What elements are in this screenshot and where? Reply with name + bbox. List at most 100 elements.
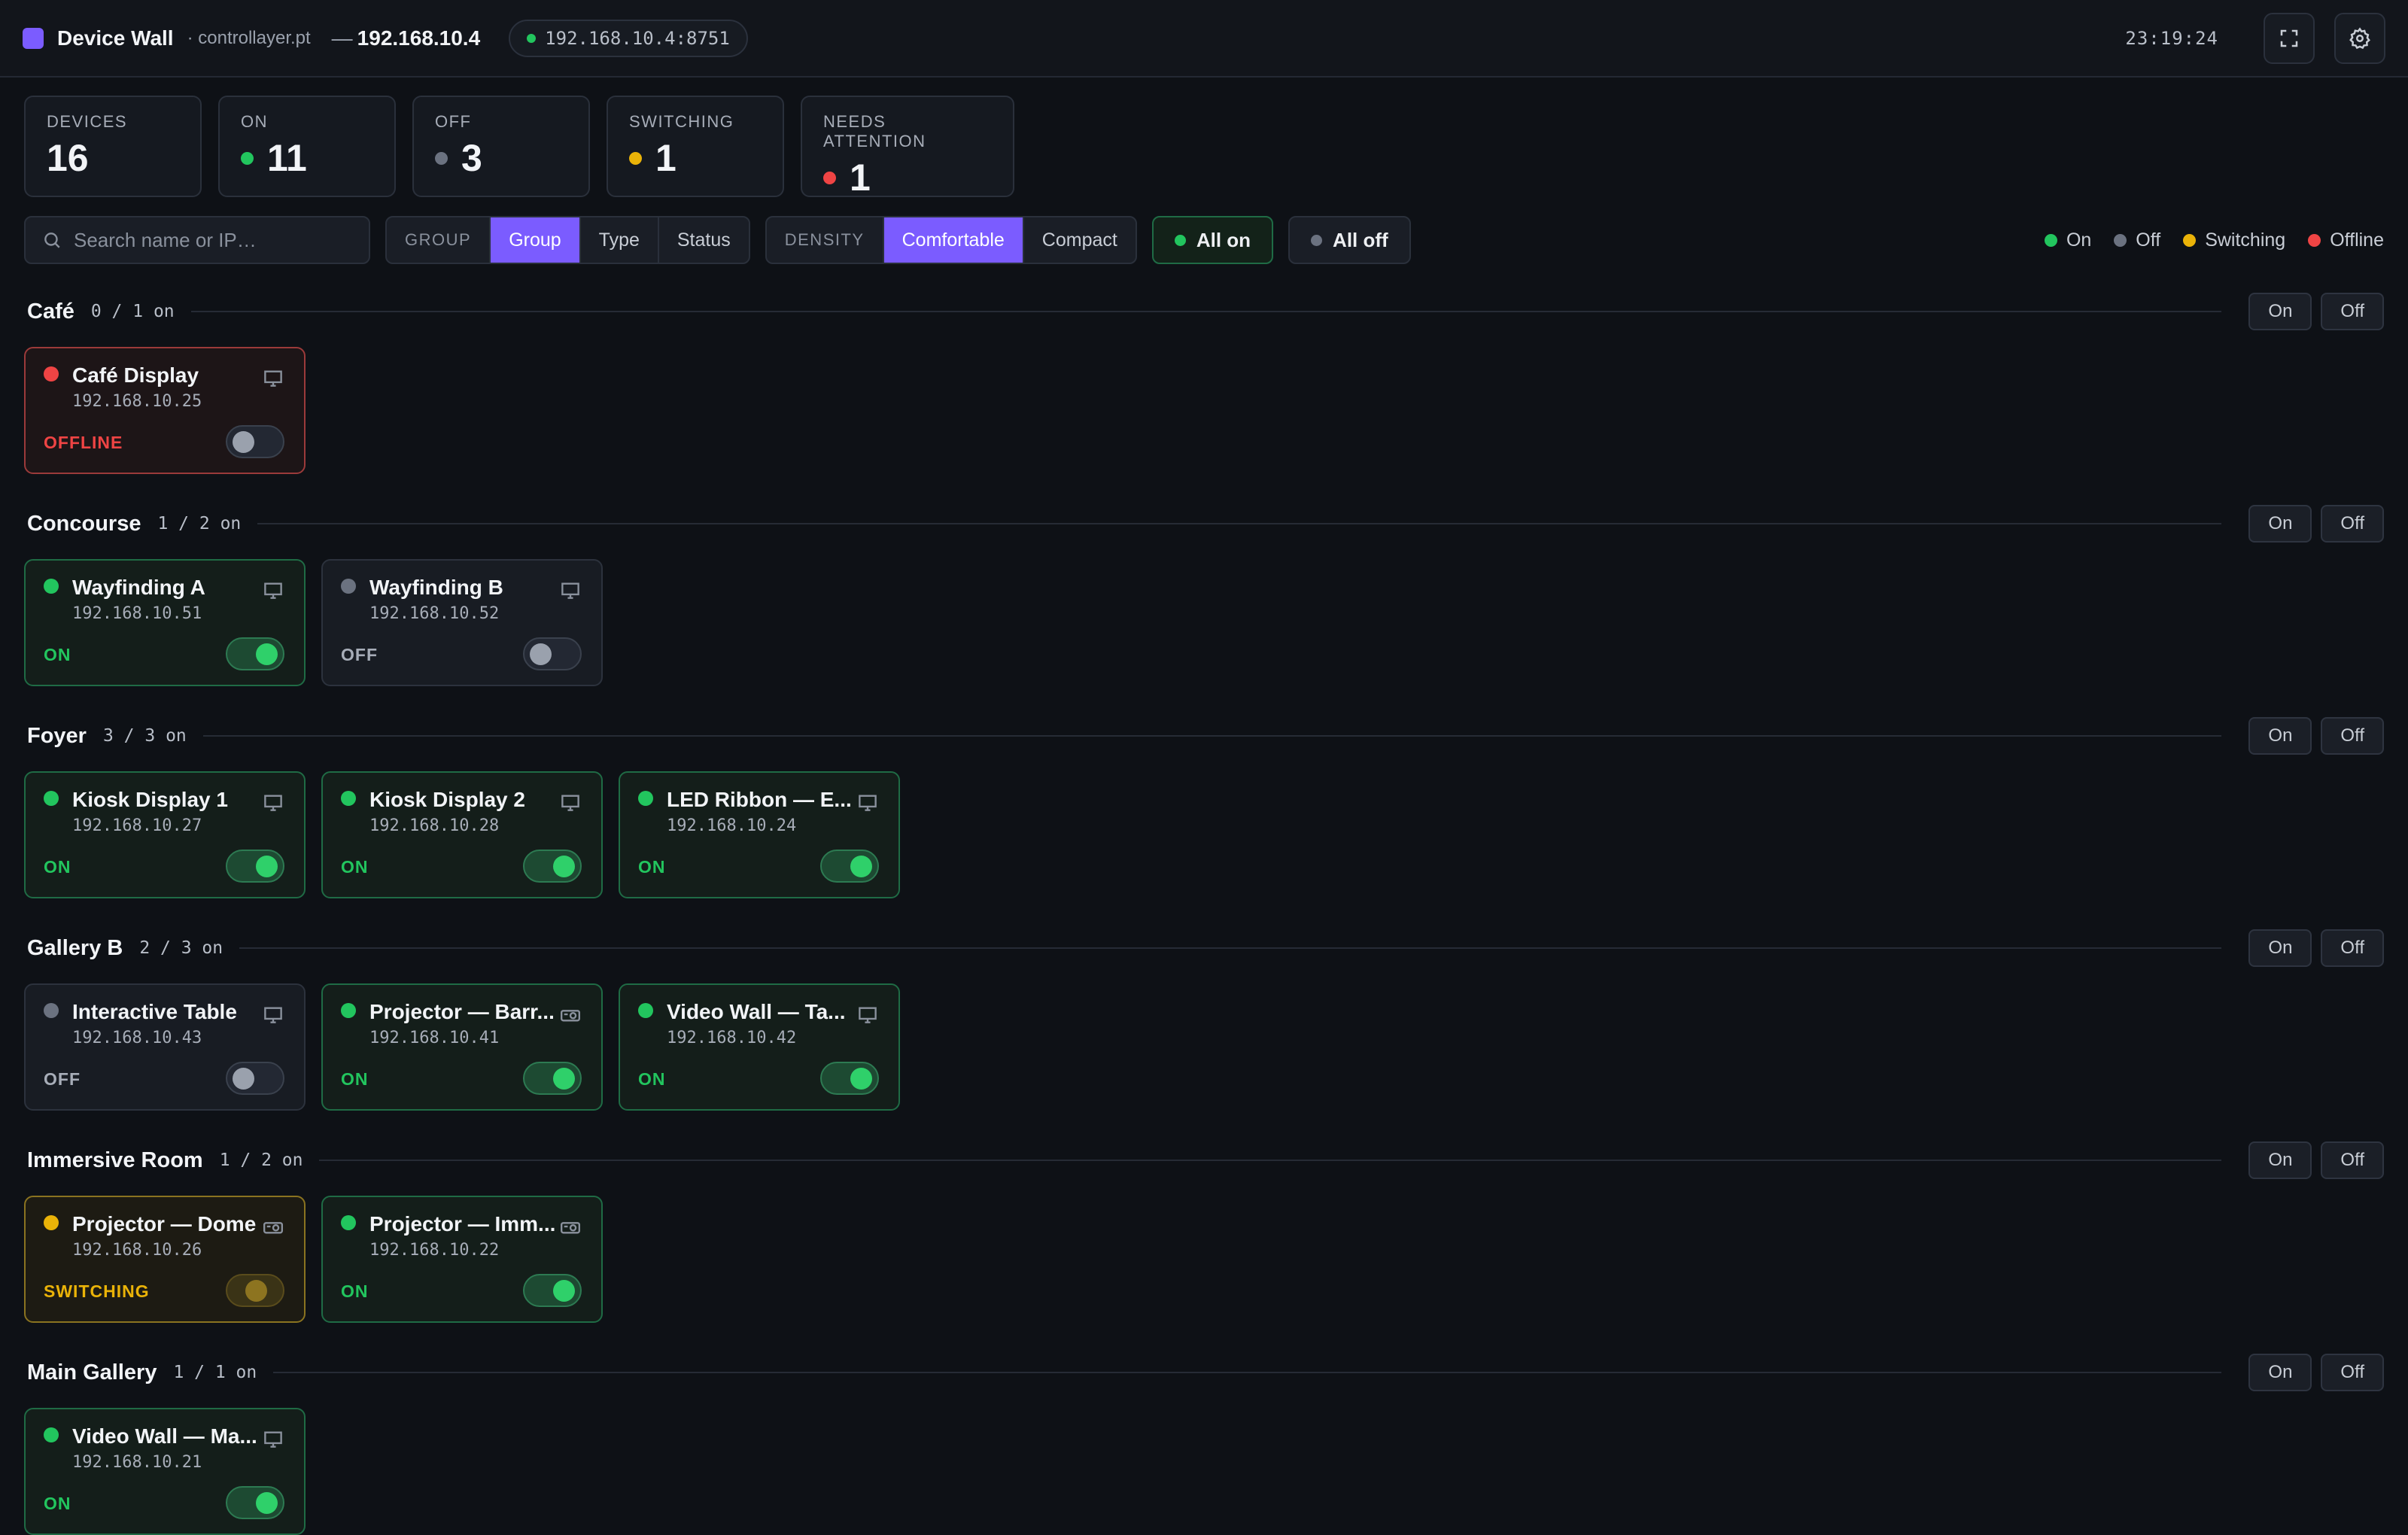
display-icon <box>561 795 579 811</box>
group-off-button[interactable]: Off <box>2321 929 2384 967</box>
toggle-knob <box>553 1280 575 1302</box>
device-card[interactable]: LED Ribbon — E... 192.168.10.24 ON <box>619 771 900 898</box>
group-on-button[interactable]: On <box>2248 717 2312 755</box>
group-option[interactable]: Type <box>581 217 659 263</box>
power-toggle[interactable] <box>523 850 582 883</box>
group-count: 2 / 3 on <box>139 938 223 958</box>
power-toggle[interactable] <box>226 1274 284 1307</box>
group-off-button[interactable]: Off <box>2321 1141 2384 1179</box>
search-input[interactable] <box>74 228 352 252</box>
device-ip: 192.168.10.27 <box>72 816 202 835</box>
device-status-dot <box>638 791 653 806</box>
power-toggle[interactable] <box>226 1486 284 1519</box>
all-off-button[interactable]: All off <box>1288 216 1411 264</box>
device-card[interactable]: Video Wall — Ma... 192.168.10.21 ON <box>24 1408 306 1535</box>
device-type-wrapper <box>262 1429 284 1448</box>
group-option[interactable]: Status <box>659 217 749 263</box>
device-card[interactable]: Kiosk Display 2 192.168.10.28 ON <box>321 771 603 898</box>
device-name: Projector — Dome <box>72 1212 257 1236</box>
device-type-wrapper <box>559 1005 582 1024</box>
group-name: Immersive Room <box>27 1147 203 1172</box>
group-divider <box>319 1160 2222 1161</box>
toggle-knob <box>233 431 254 453</box>
group-divider <box>257 523 2222 524</box>
device-status-label: ON <box>44 1494 71 1513</box>
fullscreen-button[interactable] <box>2264 12 2315 64</box>
legend-dot <box>2114 233 2127 247</box>
device-status-label: ON <box>341 1281 369 1301</box>
power-toggle[interactable] <box>226 850 284 883</box>
group-on-button[interactable]: On <box>2248 929 2312 967</box>
legend-item: Off <box>2114 229 2160 251</box>
device-card[interactable]: Projector — Barr... 192.168.10.41 ON <box>321 983 603 1111</box>
legend-label: Off <box>2136 229 2161 251</box>
device-card[interactable]: Wayfinding A 192.168.10.51 ON <box>24 559 306 686</box>
group-by-control: GROUP Group Type Status <box>385 216 750 264</box>
device-name: Video Wall — Ta... <box>667 1000 846 1023</box>
search-box[interactable] <box>24 216 370 264</box>
group-off-button[interactable]: Off <box>2321 505 2384 543</box>
power-toggle[interactable] <box>820 1062 879 1095</box>
stat-label: OFF <box>435 112 472 131</box>
connection-dot <box>527 33 537 43</box>
device-card[interactable]: Wayfinding B 192.168.10.52 OFF <box>321 559 603 686</box>
device-card[interactable]: Projector — Dome 192.168.10.26 SWITCHING <box>24 1196 306 1323</box>
all-on-dot <box>1174 234 1186 246</box>
all-off-dot <box>1311 234 1323 246</box>
device-ip: 192.168.10.26 <box>72 1241 202 1260</box>
group-off-button[interactable]: Off <box>2321 717 2384 755</box>
density-option[interactable]: Comfortable <box>883 217 1024 263</box>
group-divider <box>239 947 2222 949</box>
device-type-wrapper <box>262 1217 284 1236</box>
power-toggle[interactable] <box>523 637 582 670</box>
group-on-button[interactable]: On <box>2248 505 2312 543</box>
group-option[interactable]: Group <box>491 217 581 263</box>
device-card[interactable]: Interactive Table 192.168.10.43 OFF <box>24 983 306 1111</box>
density-option[interactable]: Compact <box>1024 217 1136 263</box>
device-name: Interactive Table <box>72 1000 237 1023</box>
stat-label: SWITCHING <box>629 112 734 131</box>
power-toggle[interactable] <box>226 637 284 670</box>
group-on-button[interactable]: On <box>2248 1141 2312 1179</box>
settings-button[interactable] <box>2334 12 2385 64</box>
group-on-button[interactable]: On <box>2248 293 2312 330</box>
device-card[interactable]: Video Wall — Ta... 192.168.10.42 ON <box>619 983 900 1111</box>
clock: 23:19:24 <box>2125 27 2218 49</box>
group-header: Concourse 1 / 2 on On Off <box>27 503 2384 544</box>
legend-label: Switching <box>2205 229 2286 251</box>
density-control: DENSITY Comfortable Compact <box>765 216 1137 264</box>
all-off-label: All off <box>1333 228 1388 251</box>
group-header: Café 0 / 1 on On Off <box>27 291 2384 332</box>
group-off-button[interactable]: Off <box>2321 1354 2384 1391</box>
group-count: 1 / 1 on <box>173 1363 257 1382</box>
power-toggle[interactable] <box>226 1062 284 1095</box>
toggle-knob <box>850 856 872 877</box>
power-toggle[interactable] <box>820 850 879 883</box>
device-status-dot <box>44 366 59 381</box>
device-status-dot <box>341 579 356 594</box>
device-status-label: ON <box>44 645 71 664</box>
group-count: 1 / 2 on <box>219 1150 303 1170</box>
all-on-button[interactable]: All on <box>1151 216 1274 264</box>
stat-card: OFF 3 <box>412 96 590 197</box>
device-card[interactable]: Café Display 192.168.10.25 OFFLINE <box>24 347 306 474</box>
power-toggle[interactable] <box>523 1274 582 1307</box>
group-by-label: GROUP <box>387 217 491 263</box>
device-status-label: OFF <box>44 1069 81 1089</box>
group-on-button[interactable]: On <box>2248 1354 2312 1391</box>
device-card[interactable]: Projector — Imm... 192.168.10.22 ON <box>321 1196 603 1323</box>
group-name: Gallery B <box>27 935 123 960</box>
power-toggle[interactable] <box>523 1062 582 1095</box>
device-card[interactable]: Kiosk Display 1 192.168.10.27 ON <box>24 771 306 898</box>
stat-value: 3 <box>461 137 482 179</box>
group-off-button[interactable]: Off <box>2321 293 2384 330</box>
app-subtitle: · controllayer.pt <box>187 27 311 48</box>
display-icon <box>264 1007 282 1023</box>
device-status-dot <box>44 1003 59 1018</box>
device-type-wrapper <box>559 580 582 600</box>
power-toggle[interactable] <box>226 425 284 458</box>
device-status-dot <box>44 791 59 806</box>
stat-value-row: 3 <box>435 136 567 180</box>
top-bar: Device Wall · controllayer.pt —192.168.1… <box>0 0 2408 78</box>
device-ip: 192.168.10.51 <box>72 604 202 623</box>
